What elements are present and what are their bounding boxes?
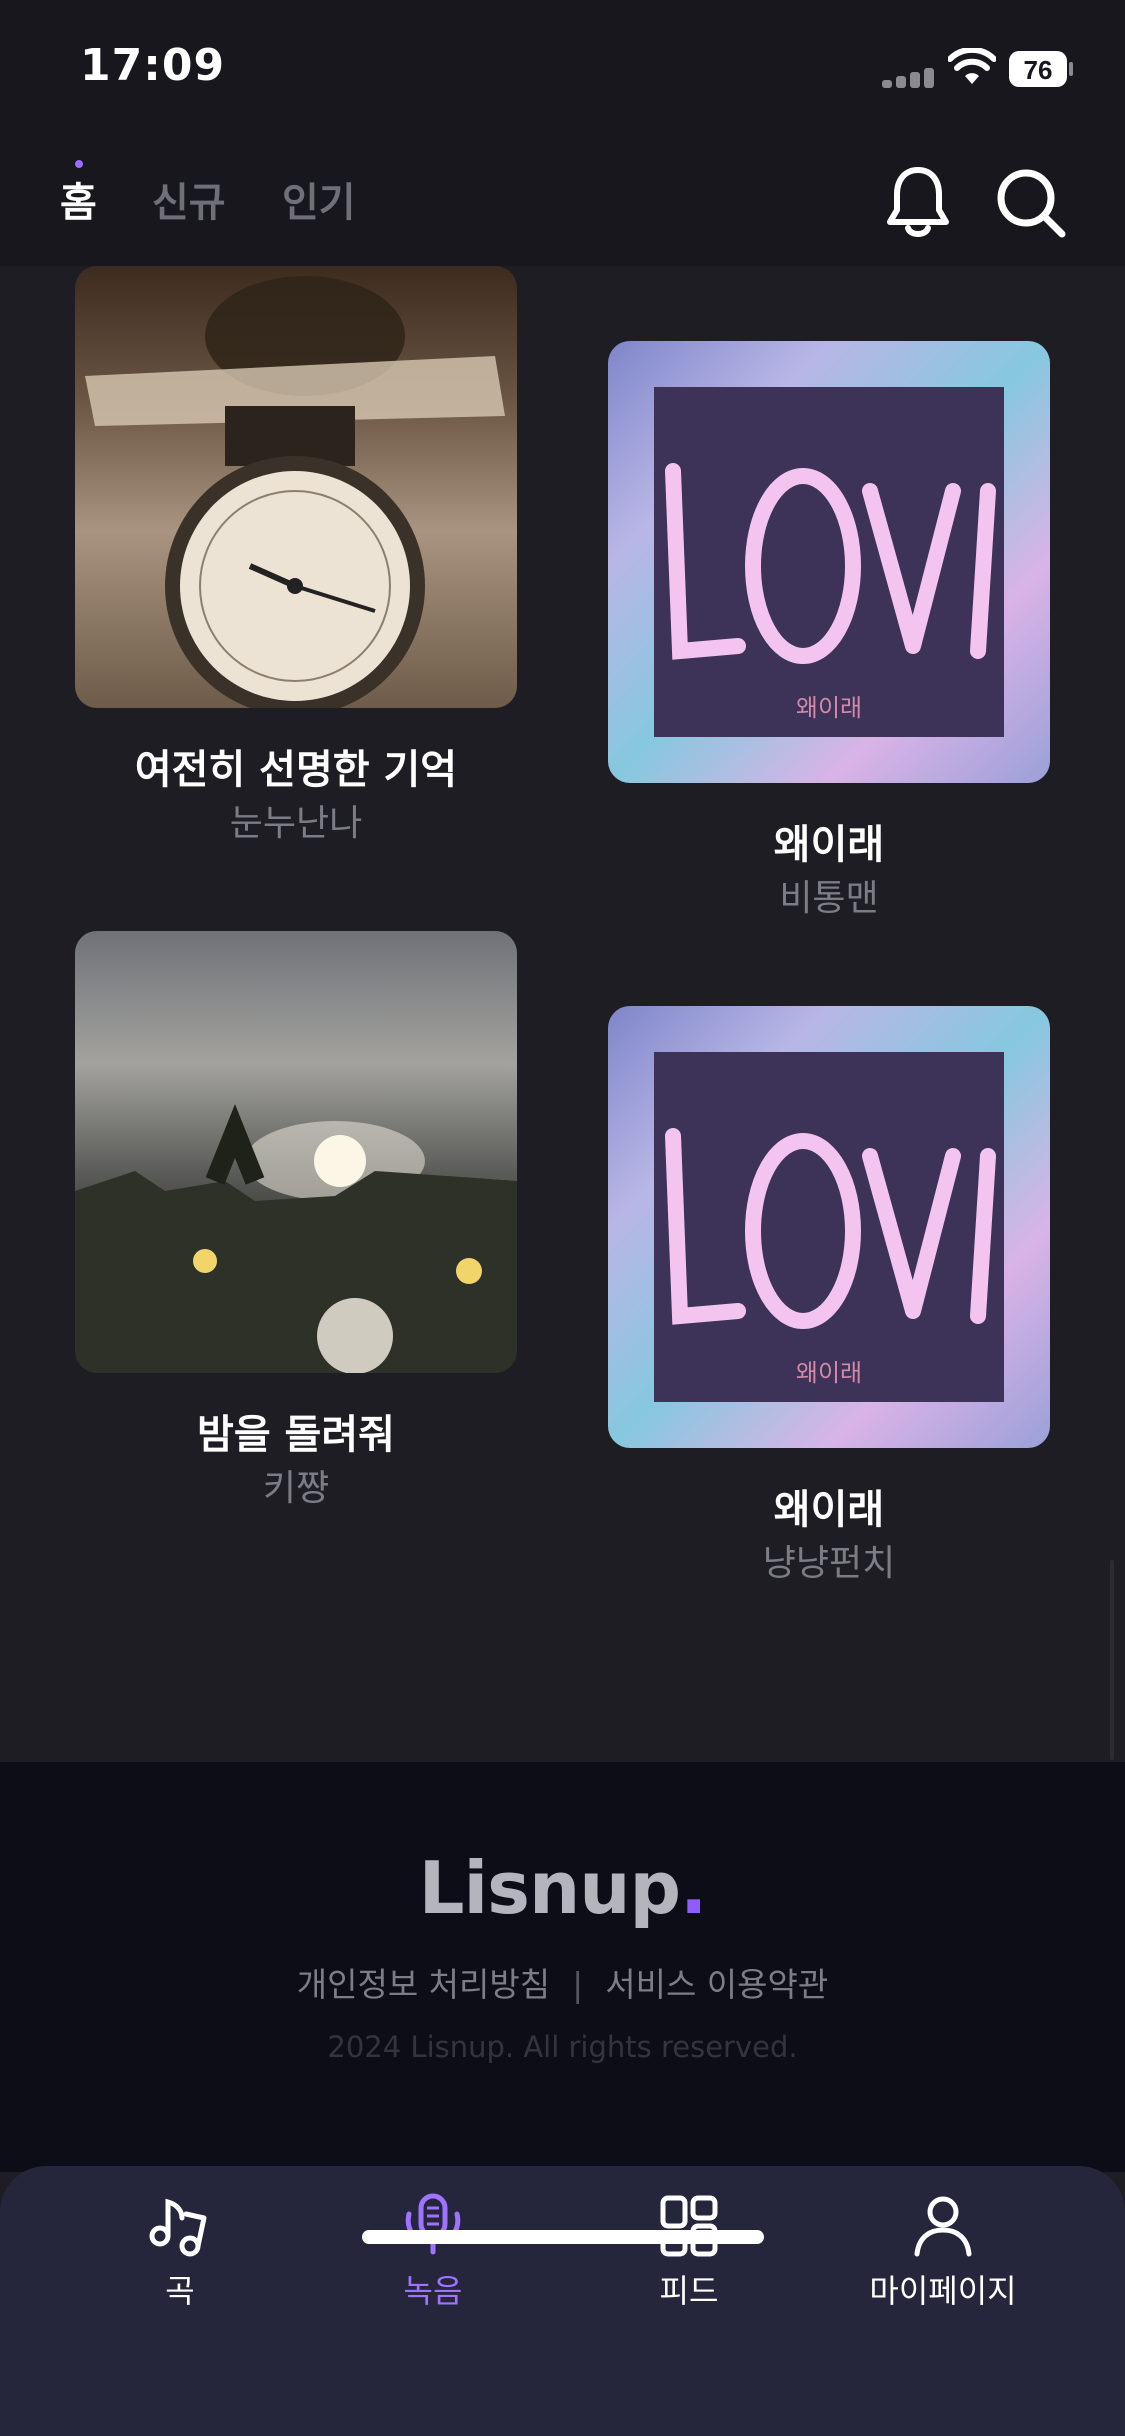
nav-label: 녹음 (403, 2272, 463, 2310)
nav-item-mypage[interactable]: 마이페이지 (843, 2192, 1043, 2312)
status-bar: 17:09 76 (0, 0, 1125, 140)
song-card[interactable]: 왜이래 왜이래 냥냥펀치 (608, 1006, 1050, 1588)
bottom-nav: 곡 녹음 피드 마이페이지 (0, 2166, 1125, 2436)
song-cover-image[interactable] (75, 931, 517, 1373)
song-artist[interactable]: 냥냥펀치 (608, 1540, 1050, 1588)
logo-dot: . (680, 1846, 707, 1930)
song-cover-image[interactable] (75, 266, 517, 708)
header: 홈 신규 인기 (0, 140, 1125, 266)
nav-label: 곡 (165, 2272, 195, 2310)
nav-label: 마이페이지 (869, 2272, 1017, 2310)
footer-links: 개인정보 처리방침 | 서비스 이용약관 (0, 1958, 1125, 2006)
footer-separator: | (572, 1965, 584, 2004)
person-icon (914, 2196, 972, 2257)
nav-item-record[interactable]: 녹음 (333, 2192, 533, 2312)
song-cover-image[interactable]: 왜이래 (608, 1006, 1050, 1448)
song-title[interactable]: 왜이래 (608, 819, 1050, 871)
nav-item-feed[interactable]: 피드 (589, 2192, 789, 2312)
home-indicator[interactable] (362, 2230, 764, 2244)
bell-icon[interactable] (884, 164, 952, 240)
status-time: 17:09 (80, 40, 226, 91)
battery-icon: 76 (1009, 51, 1073, 87)
song-cover-image[interactable]: 왜이래 (608, 341, 1050, 783)
cover-text: 왜이래 (796, 1359, 862, 1387)
copyright-text: 2024 Lisnup. All rights reserved. (327, 2030, 798, 2064)
screen: 17:09 76 홈 신규 인기 여전히 선명한 기억 눈누난나 왜이래 왜이래… (0, 0, 1125, 2436)
song-title[interactable]: 왜이래 (608, 1484, 1050, 1536)
grid-icon (660, 2195, 718, 2257)
song-artist[interactable]: 비통맨 (608, 875, 1050, 923)
tab-popular[interactable]: 인기 (282, 170, 356, 228)
music-note-icon (149, 2198, 207, 2257)
tab-home[interactable]: 홈 (60, 170, 97, 228)
lisnup-logo: Lisnup. (0, 1846, 1125, 1930)
song-card[interactable]: 밤을 돌려줘 키쨩 (75, 931, 517, 1513)
song-title[interactable]: 밤을 돌려줘 (75, 1409, 517, 1461)
logo-text: Lisnup (418, 1846, 681, 1930)
search-icon[interactable] (994, 166, 1068, 240)
cover-text: 왜이래 (796, 694, 862, 722)
footer: Lisnup. 개인정보 처리방침 | 서비스 이용약관 2024 Lisnup. … (0, 1762, 1125, 2172)
microphone-icon (405, 2193, 461, 2255)
signal-icon (882, 66, 938, 88)
wifi-icon (948, 48, 996, 84)
active-tab-indicator (75, 160, 83, 168)
song-card[interactable]: 여전히 선명한 기억 눈누난나 (75, 266, 517, 848)
scrollbar[interactable] (1110, 1560, 1114, 1760)
terms-link[interactable]: 서비스 이용약관 (605, 1965, 828, 2004)
song-card[interactable]: 왜이래 왜이래 비통맨 (608, 341, 1050, 923)
nav-label: 피드 (659, 2272, 719, 2310)
battery-level: 76 (1024, 55, 1053, 85)
tab-new[interactable]: 신규 (152, 170, 226, 228)
song-artist[interactable]: 키쨩 (75, 1465, 517, 1513)
song-artist[interactable]: 눈누난나 (75, 800, 517, 848)
nav-item-songs[interactable]: 곡 (80, 2192, 280, 2312)
song-title[interactable]: 여전히 선명한 기억 (75, 744, 517, 796)
privacy-policy-link[interactable]: 개인정보 처리방침 (297, 1965, 550, 2004)
